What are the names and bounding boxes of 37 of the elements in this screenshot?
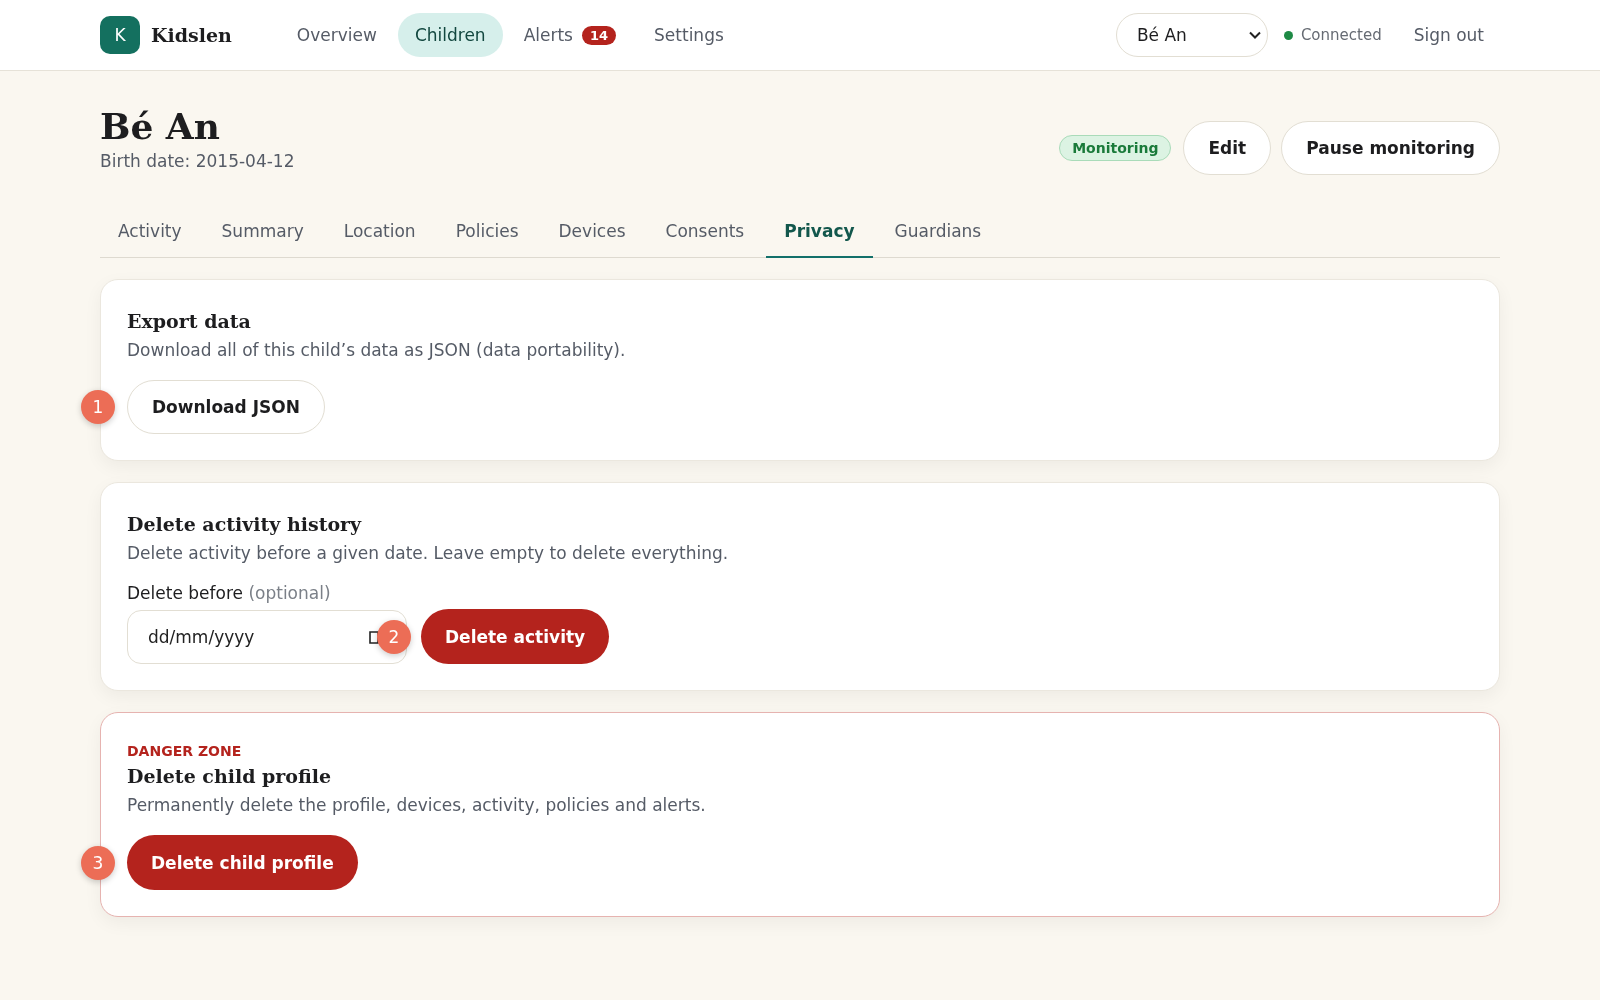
step-marker: 3 [81,845,115,880]
section-title: Delete child profile [127,765,333,787]
section-description: Permanently delete the profile, devices, activity, policies and alerts. [127,795,707,815]
field-hint: (optional) [248,583,331,603]
section-title: Delete activity history [127,513,363,535]
delete-profile-button[interactable]: Delete child profile [127,835,358,890]
download-button[interactable]: Download JSON [127,380,325,434]
profile-action-button[interactable]: Pause monitoring [1281,121,1500,175]
sign-out-link[interactable]: Sign out [1413,25,1484,45]
connection-status: Connected [1300,26,1382,44]
field-label: Delete before [127,583,243,603]
section-title: Export data [127,310,252,332]
nav-link[interactable]: Children [397,13,503,57]
brand-name: Kidslen [151,24,232,46]
step-marker: 1 [81,390,115,424]
tab[interactable]: Consents [647,205,763,258]
section-eyebrow: DANGER ZONE [127,743,243,759]
nav-link[interactable]: Overview [279,13,394,57]
section-description: Delete activity before a given date. Leave empty to delete everything. [127,543,730,563]
tab[interactable]: Location [325,205,434,258]
tab[interactable]: Activity [100,205,200,258]
tab[interactable]: Policies [437,205,537,258]
status-badge: Monitoring [1059,135,1172,161]
tab[interactable]: Devices [540,205,644,258]
tab[interactable]: Summary [203,205,322,258]
section-description: Download all of this child’s data as JSON (data portability). [127,340,627,360]
count-badge: 14 [581,25,617,45]
logo-icon: K [100,16,140,54]
tab[interactable]: Guardians [876,205,1000,258]
delete-activity-button[interactable]: Delete activity [421,609,610,664]
nav-link[interactable]: Alerts 14 [506,13,634,57]
nav-link[interactable]: Settings [637,13,741,57]
chevron-down-icon [1248,31,1261,39]
birth-date: Birth date: 2015-04-12 [100,150,295,171]
profile-action-button[interactable]: Edit [1183,121,1272,175]
tab[interactable]: Privacy [766,205,873,258]
child-name: Bé An [100,105,221,149]
